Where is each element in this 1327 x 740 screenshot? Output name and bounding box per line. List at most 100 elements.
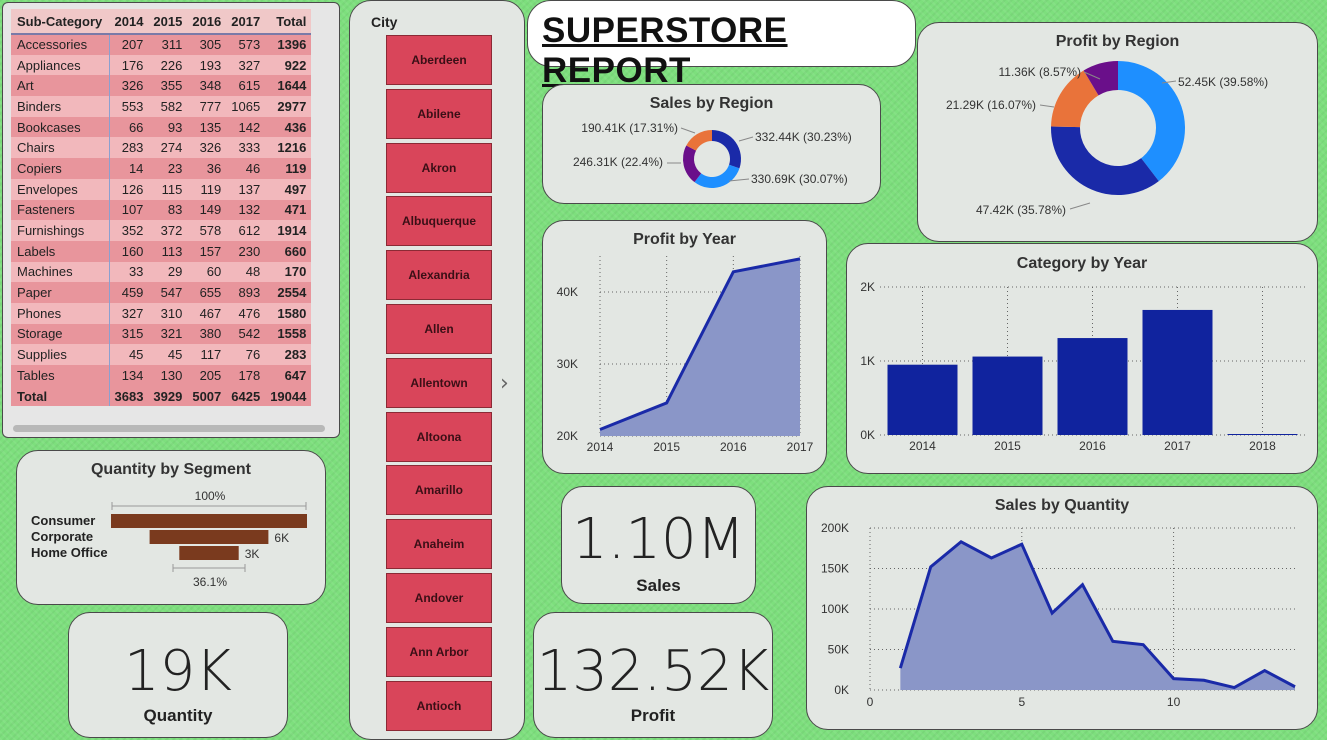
chevron-right-icon[interactable]: › — [500, 371, 509, 396]
sales-by-quantity-chart: 0K 50K 100K 150K 200K 0 5 10 — [821, 521, 1296, 709]
table-cell: 119 — [265, 158, 312, 179]
table-row: Fasteners 107 83 149 132 471 — [11, 199, 312, 221]
x-tick-label: 2017 — [787, 440, 814, 454]
x-tick-label: 2014 — [587, 440, 614, 454]
table-cell: 310 — [148, 302, 188, 324]
table-cell: 922 — [265, 54, 312, 76]
table-cell: 542 — [226, 323, 266, 345]
bottom-percent-label: 36.1% — [193, 575, 227, 589]
table-cell: 207 — [109, 34, 149, 55]
row-label: Supplies — [11, 344, 110, 365]
row-label: Art — [11, 75, 110, 97]
table-cell: 226 — [148, 54, 188, 76]
profit-value: 132.52K — [536, 639, 770, 704]
table-row: Accessories 207 311 305 573 1396 — [11, 34, 312, 55]
table-cell: 321 — [148, 323, 188, 345]
table-cell: 132 — [226, 199, 266, 221]
profit-by-region-donut: 52.45K (39.58%) 47.42K (35.78%) 21.29K (16… — [946, 61, 1268, 217]
city-option[interactable]: Allentown — [386, 357, 492, 408]
slice-label: 11.36K (8.57%) — [999, 65, 1082, 79]
segment-bar — [111, 514, 307, 528]
y-tick-label: 20K — [557, 429, 578, 443]
city-option[interactable]: Alexandria — [386, 250, 492, 301]
y-tick-label: 100K — [821, 602, 849, 616]
row-label: Labels — [11, 240, 110, 262]
table-cell: 274 — [148, 137, 188, 159]
table-cell: 573 — [226, 34, 266, 55]
table-cell: 130 — [148, 365, 188, 386]
table-cell: 476 — [226, 302, 266, 324]
city-option[interactable]: Ann Arbor — [386, 626, 492, 677]
row-label: Tables — [11, 365, 110, 386]
column-header[interactable]: 2016 — [187, 9, 227, 35]
y-tick-label: 50K — [828, 643, 849, 657]
table-cell: 1914 — [265, 220, 312, 241]
table-cell: 660 — [265, 240, 312, 262]
city-option[interactable]: Abilene — [386, 88, 492, 139]
city-option[interactable]: Akron — [386, 142, 492, 193]
column-header[interactable]: 2017 — [226, 9, 266, 35]
table-cell: 305 — [187, 34, 227, 55]
table-row: Binders 553 582 777 1065 2977 — [11, 96, 312, 117]
city-option[interactable]: Allen — [386, 304, 492, 354]
table-row: Labels 160 113 157 230 660 — [11, 240, 312, 262]
x-tick-label: 2016 — [1079, 439, 1106, 453]
city-option[interactable]: Aberdeen — [386, 35, 492, 85]
table-cell: 655 — [187, 282, 227, 303]
x-tick-label: 0 — [867, 695, 874, 709]
sales-label: Sales — [636, 576, 681, 595]
table-row: Bookcases 66 93 135 142 436 — [11, 116, 312, 138]
table-cell: 157 — [187, 240, 227, 262]
table-cell: 160 — [109, 240, 149, 262]
profit-by-year-chart: 20K 30K 40K 2014 2015 2016 2017 — [557, 256, 814, 454]
table-cell: 45 — [109, 344, 149, 365]
leader-line — [1039, 104, 1055, 108]
table-cell: 135 — [187, 116, 227, 138]
table-cell: 1065 — [226, 96, 266, 117]
x-tick-label: 2014 — [909, 439, 936, 453]
table-cell: 93 — [148, 116, 188, 138]
city-option[interactable]: Altoona — [386, 411, 492, 462]
table-row: Machines 33 29 60 48 170 — [11, 261, 312, 283]
column-header[interactable]: Sub-Category — [11, 9, 109, 35]
city-option[interactable]: Anaheim — [386, 519, 492, 570]
table-cell: 33 — [109, 261, 149, 283]
column-header[interactable]: 2014 — [109, 9, 149, 35]
table-cell: 2554 — [265, 282, 312, 303]
segment-label-corporate: Corporate — [31, 529, 94, 544]
city-option[interactable]: Andover — [386, 573, 492, 623]
donut-slice — [686, 130, 712, 151]
table-cell: 142 — [226, 116, 266, 138]
table-cell: 333 — [226, 137, 266, 159]
table-cell: 46 — [226, 158, 266, 179]
slice-label: 330.69K (30.07%) — [751, 172, 848, 186]
total-cell: 6425 — [226, 385, 266, 407]
table-cell: 134 — [109, 365, 149, 386]
x-tick-label: 2015 — [994, 439, 1021, 453]
row-label: Machines — [11, 261, 110, 283]
city-option[interactable]: Antioch — [386, 680, 492, 731]
matrix-table: Sub-Category 2014 2015 2016 2017 Total Access… — [11, 9, 312, 407]
table-cell: 647 — [265, 365, 312, 386]
sales-kpi-card: 1.10M Sales — [561, 486, 756, 604]
table-cell: 315 — [109, 323, 149, 345]
column-header[interactable]: Total — [265, 9, 312, 35]
total-cell: 5007 — [187, 385, 227, 407]
table-cell: 23 — [148, 158, 188, 179]
bar — [1057, 338, 1128, 435]
city-option[interactable]: Amarillo — [386, 465, 492, 516]
row-label: Furnishings — [11, 220, 110, 241]
segment-label-consumer: Consumer — [31, 513, 96, 528]
row-label: Chairs — [11, 137, 110, 159]
total-cell: Total — [11, 385, 110, 407]
table-cell: 380 — [187, 323, 227, 345]
slice-label: 332.44K (30.23%) — [755, 130, 852, 144]
table-cell: 1558 — [265, 323, 312, 345]
table-cell: 83 — [148, 199, 188, 221]
city-option[interactable]: Albuquerque — [386, 196, 492, 247]
column-header[interactable]: 2015 — [148, 9, 188, 35]
y-tick-label: 30K — [557, 357, 578, 371]
horizontal-scrollbar[interactable] — [13, 425, 325, 432]
x-tick-label: 2018 — [1249, 439, 1276, 453]
table-row: Chairs 283 274 326 333 1216 — [11, 137, 312, 159]
